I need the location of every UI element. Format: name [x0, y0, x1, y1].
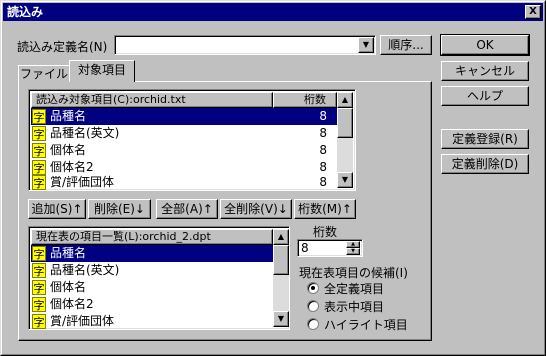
combobox-dropdown-button[interactable]: ▼: [358, 37, 374, 53]
scroll-down-button[interactable]: ▼: [273, 311, 289, 327]
list-item[interactable]: 字品種名 8: [31, 108, 337, 125]
text-type-icon: 字: [32, 175, 46, 190]
radio-highlighted-items[interactable]: [307, 318, 319, 330]
list-item-name: 個体名2: [50, 297, 94, 311]
radio-displayed-items-label[interactable]: 表示中項目: [324, 298, 384, 315]
delete-definition-button[interactable]: 定義削除(D): [441, 154, 529, 174]
dialog: 読込み X 読込み定義名(N) ▼ 順序... OK キャンセル ヘルプ 定義登…: [0, 0, 546, 356]
tab-file[interactable]: ファイル: [18, 65, 70, 82]
radio-all-definitions-label[interactable]: 全定義項目: [324, 280, 384, 297]
list-item[interactable]: 字個体名: [31, 279, 273, 296]
list-item[interactable]: 字賞/評価団体: [31, 313, 273, 330]
title-bar[interactable]: 読込み X: [3, 3, 543, 21]
add-all-button[interactable]: 全部(A)↑: [156, 199, 218, 219]
register-definition-button[interactable]: 定義登録(R): [441, 129, 529, 149]
text-type-icon: 字: [32, 314, 46, 329]
current-list-header[interactable]: 現在表の項目一覧(L):orchid_2.dpt: [31, 229, 273, 245]
scroll-down-button[interactable]: ▼: [337, 172, 353, 188]
text-type-icon: 字: [32, 263, 46, 278]
ok-button[interactable]: OK: [440, 34, 530, 56]
list-item[interactable]: 字品種名: [31, 245, 273, 262]
text-type-icon: 字: [32, 246, 46, 261]
list-item-count: 8: [319, 109, 327, 123]
spin-down-button[interactable]: ▼: [346, 248, 360, 255]
spin-up-button[interactable]: ▲: [346, 241, 360, 248]
target-list-scrollbar[interactable]: ▲ ▼: [337, 92, 353, 188]
arrow-down-icon: ▼: [277, 314, 285, 323]
text-type-icon: 字: [32, 109, 46, 124]
scroll-up-button[interactable]: ▲: [273, 229, 289, 245]
list-item[interactable]: 字個体名 8: [31, 142, 337, 159]
window-title: 読込み: [7, 5, 44, 19]
list-item[interactable]: 字品種名(英文): [31, 262, 273, 279]
scroll-thumb[interactable]: [337, 108, 353, 138]
radio-highlighted-items-label[interactable]: ハイライト項目: [324, 316, 408, 333]
radio-all-definitions[interactable]: [307, 282, 319, 294]
definition-name-combobox[interactable]: ▼: [114, 35, 376, 55]
target-list-header-count[interactable]: 桁数: [273, 92, 337, 108]
digits-spinner[interactable]: 8 ▲ ▼: [297, 239, 363, 257]
digits-label: 桁数: [313, 225, 338, 239]
text-type-icon: 字: [32, 297, 46, 312]
text-type-icon: 字: [32, 143, 46, 158]
arrow-down-icon: ▼: [351, 248, 355, 254]
list-item-name: 賞/評価団体: [50, 314, 115, 328]
remove-all-button[interactable]: 全削除(V)↓: [220, 199, 292, 219]
close-icon: X: [529, 6, 537, 17]
digits-button[interactable]: 桁数(M)↑: [294, 199, 356, 219]
current-list-scrollbar[interactable]: ▲ ▼: [273, 229, 289, 327]
list-item-name: 個体名: [50, 143, 87, 157]
list-item[interactable]: 字個体名2: [31, 296, 273, 313]
candidates-label: 現在表項目の候補(I): [299, 266, 408, 280]
chevron-down-icon: ▼: [362, 40, 370, 49]
help-button[interactable]: ヘルプ: [441, 86, 529, 106]
close-button[interactable]: X: [525, 5, 541, 19]
arrow-up-icon: ▲: [277, 232, 285, 241]
scroll-up-button[interactable]: ▲: [337, 92, 353, 108]
cancel-button[interactable]: キャンセル: [441, 61, 529, 81]
target-list-header-name[interactable]: 読込み対象項目(C):orchid.txt: [31, 92, 273, 108]
arrow-up-icon: ▲: [341, 95, 349, 104]
tab-target-items[interactable]: 対象項目: [69, 60, 135, 82]
arrow-down-icon: ▼: [341, 175, 349, 184]
order-button[interactable]: 順序...: [380, 35, 432, 55]
list-item-name: 品種名: [50, 109, 87, 123]
list-item-name: 品種名(英文): [50, 263, 120, 277]
text-type-icon: 字: [32, 280, 46, 295]
text-type-icon: 字: [32, 160, 46, 175]
list-item-name: 個体名: [50, 280, 87, 294]
list-item[interactable]: 字賞/評価団体 8: [31, 174, 337, 191]
list-item[interactable]: 字品種名(英文) 8: [31, 125, 337, 142]
current-items-list[interactable]: 現在表の項目一覧(L):orchid_2.dpt 字品種名 字品種名(英文) 字…: [28, 226, 290, 330]
list-item-name: 賞/評価団体: [50, 175, 115, 189]
scroll-thumb[interactable]: [273, 245, 289, 275]
list-item-count: 8: [319, 143, 327, 157]
remove-button[interactable]: 削除(E)↓: [88, 199, 151, 219]
radio-displayed-items[interactable]: [307, 300, 319, 312]
arrow-up-icon: ▲: [351, 241, 355, 247]
add-button[interactable]: 追加(S)↑: [28, 199, 86, 219]
list-item-count: 8: [319, 175, 327, 189]
list-item-count: 8: [319, 126, 327, 140]
list-item-name: 品種名(英文): [50, 126, 120, 140]
list-item-name: 品種名: [50, 246, 87, 260]
digits-value: 8: [301, 241, 309, 255]
definition-name-label: 読込み定義名(N): [17, 40, 108, 54]
target-items-list[interactable]: 読込み対象項目(C):orchid.txt 桁数 字品種名 8 字品種名(英文) 8…: [28, 89, 356, 191]
text-type-icon: 字: [32, 126, 46, 141]
